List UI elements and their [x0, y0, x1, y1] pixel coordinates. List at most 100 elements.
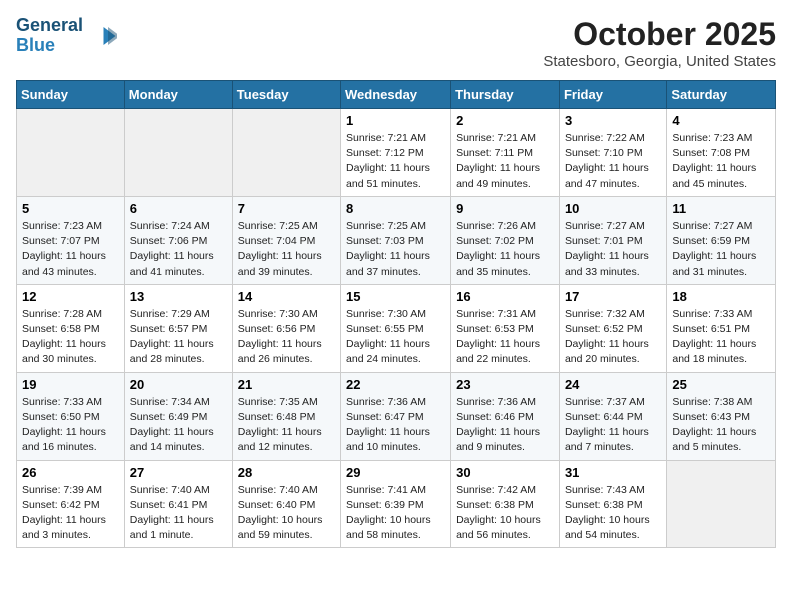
column-header-monday: Monday [124, 81, 232, 109]
calendar-cell [667, 460, 776, 548]
day-number: 28 [238, 465, 335, 480]
calendar-cell: 26 Sunrise: 7:39 AMSunset: 6:42 PMDayligh… [17, 460, 125, 548]
day-info: Sunrise: 7:40 AMSunset: 6:40 PMDaylight:… [238, 483, 335, 544]
calendar-cell: 20 Sunrise: 7:34 AMSunset: 6:49 PMDayligh… [124, 372, 232, 460]
day-info: Sunrise: 7:24 AMSunset: 7:06 PMDaylight:… [130, 219, 227, 280]
day-number: 3 [565, 113, 661, 128]
month-title: October 2025 [543, 16, 776, 53]
day-info: Sunrise: 7:37 AMSunset: 6:44 PMDaylight:… [565, 395, 661, 456]
calendar-cell: 16 Sunrise: 7:31 AMSunset: 6:53 PMDayligh… [451, 284, 560, 372]
logo: GeneralBlue [16, 16, 117, 56]
calendar-week-row: 12Sunrise: 7:28 AMSunset: 6:58 PMDayligh… [17, 284, 776, 372]
day-info: Sunrise: 7:39 AMSunset: 6:42 PMDaylight:… [22, 483, 119, 544]
day-info: Sunrise: 7:38 AMSunset: 6:43 PMDaylight:… [672, 395, 770, 456]
calendar-cell: 19Sunrise: 7:33 AMSunset: 6:50 PMDayligh… [17, 372, 125, 460]
calendar-body: 1 Sunrise: 7:21 AMSunset: 7:12 PMDaylight… [17, 109, 776, 548]
calendar-cell: 27Sunrise: 7:40 AMSunset: 6:41 PMDayligh… [124, 460, 232, 548]
day-info: Sunrise: 7:23 AMSunset: 7:07 PMDaylight:… [22, 219, 119, 280]
calendar-cell: 29 Sunrise: 7:41 AMSunset: 6:39 PMDayligh… [341, 460, 451, 548]
logo-text: GeneralBlue [16, 16, 83, 56]
calendar-week-row: 19Sunrise: 7:33 AMSunset: 6:50 PMDayligh… [17, 372, 776, 460]
calendar-cell: 3 Sunrise: 7:22 AMSunset: 7:10 PMDaylight… [559, 109, 666, 197]
day-number: 31 [565, 465, 661, 480]
calendar-cell: 2Sunrise: 7:21 AMSunset: 7:11 PMDaylight… [451, 109, 560, 197]
calendar-cell: 24 Sunrise: 7:37 AMSunset: 6:44 PMDayligh… [559, 372, 666, 460]
calendar-cell: 23Sunrise: 7:36 AMSunset: 6:46 PMDayligh… [451, 372, 560, 460]
day-info: Sunrise: 7:42 AMSunset: 6:38 PMDaylight:… [456, 483, 554, 544]
calendar-cell: 8Sunrise: 7:25 AMSunset: 7:03 PMDaylight… [341, 196, 451, 284]
calendar-cell: 10 Sunrise: 7:27 AMSunset: 7:01 PMDayligh… [559, 196, 666, 284]
calendar-cell [232, 109, 340, 197]
day-info: Sunrise: 7:27 AMSunset: 6:59 PMDaylight:… [672, 219, 770, 280]
day-number: 20 [130, 377, 227, 392]
column-header-saturday: Saturday [667, 81, 776, 109]
day-number: 10 [565, 201, 661, 216]
calendar-cell: 14Sunrise: 7:30 AMSunset: 6:56 PMDayligh… [232, 284, 340, 372]
day-info: Sunrise: 7:25 AMSunset: 7:04 PMDaylight:… [238, 219, 335, 280]
day-number: 26 [22, 465, 119, 480]
column-header-tuesday: Tuesday [232, 81, 340, 109]
calendar-cell: 31 Sunrise: 7:43 AMSunset: 6:38 PMDayligh… [559, 460, 666, 548]
day-number: 17 [565, 289, 661, 304]
day-number: 4 [672, 113, 770, 128]
day-number: 23 [456, 377, 554, 392]
calendar-cell: 4Sunrise: 7:23 AMSunset: 7:08 PMDaylight… [667, 109, 776, 197]
calendar-week-row: 26 Sunrise: 7:39 AMSunset: 6:42 PMDayligh… [17, 460, 776, 548]
day-number: 24 [565, 377, 661, 392]
day-info: Sunrise: 7:31 AMSunset: 6:53 PMDaylight:… [456, 307, 554, 368]
calendar-cell: 21Sunrise: 7:35 AMSunset: 6:48 PMDayligh… [232, 372, 340, 460]
day-number: 21 [238, 377, 335, 392]
day-number: 2 [456, 113, 554, 128]
day-info: Sunrise: 7:27 AMSunset: 7:01 PMDaylight:… [565, 219, 661, 280]
day-number: 18 [672, 289, 770, 304]
day-number: 1 [346, 113, 445, 128]
day-number: 30 [456, 465, 554, 480]
day-number: 9 [456, 201, 554, 216]
day-number: 15 [346, 289, 445, 304]
day-info: Sunrise: 7:21 AMSunset: 7:12 PMDaylight:… [346, 131, 445, 192]
day-info: Sunrise: 7:41 AMSunset: 6:39 PMDaylight:… [346, 483, 445, 544]
calendar-cell: 7 Sunrise: 7:25 AMSunset: 7:04 PMDaylight… [232, 196, 340, 284]
calendar-week-row: 5Sunrise: 7:23 AMSunset: 7:07 PMDaylight… [17, 196, 776, 284]
calendar-cell: 9 Sunrise: 7:26 AMSunset: 7:02 PMDaylight… [451, 196, 560, 284]
column-header-wednesday: Wednesday [341, 81, 451, 109]
day-info: Sunrise: 7:33 AMSunset: 6:50 PMDaylight:… [22, 395, 119, 456]
calendar-cell: 25Sunrise: 7:38 AMSunset: 6:43 PMDayligh… [667, 372, 776, 460]
day-number: 16 [456, 289, 554, 304]
calendar-cell: 17Sunrise: 7:32 AMSunset: 6:52 PMDayligh… [559, 284, 666, 372]
calendar-cell: 1 Sunrise: 7:21 AMSunset: 7:12 PMDaylight… [341, 109, 451, 197]
day-info: Sunrise: 7:29 AMSunset: 6:57 PMDaylight:… [130, 307, 227, 368]
page-header: GeneralBlue October 2025 Statesboro, Geo… [16, 16, 776, 70]
calendar-cell: 18 Sunrise: 7:33 AMSunset: 6:51 PMDayligh… [667, 284, 776, 372]
day-info: Sunrise: 7:26 AMSunset: 7:02 PMDaylight:… [456, 219, 554, 280]
calendar-cell: 15 Sunrise: 7:30 AMSunset: 6:55 PMDayligh… [341, 284, 451, 372]
day-number: 14 [238, 289, 335, 304]
logo-icon [87, 21, 117, 51]
calendar-cell: 22Sunrise: 7:36 AMSunset: 6:47 PMDayligh… [341, 372, 451, 460]
day-info: Sunrise: 7:33 AMSunset: 6:51 PMDaylight:… [672, 307, 770, 368]
day-info: Sunrise: 7:28 AMSunset: 6:58 PMDaylight:… [22, 307, 119, 368]
calendar-cell: 13 Sunrise: 7:29 AMSunset: 6:57 PMDayligh… [124, 284, 232, 372]
day-number: 11 [672, 201, 770, 216]
location: Statesboro, Georgia, United States [543, 53, 776, 70]
day-number: 22 [346, 377, 445, 392]
day-number: 8 [346, 201, 445, 216]
day-number: 29 [346, 465, 445, 480]
calendar-cell: 12Sunrise: 7:28 AMSunset: 6:58 PMDayligh… [17, 284, 125, 372]
calendar-cell: 30 Sunrise: 7:42 AMSunset: 6:38 PMDayligh… [451, 460, 560, 548]
day-number: 13 [130, 289, 227, 304]
day-info: Sunrise: 7:22 AMSunset: 7:10 PMDaylight:… [565, 131, 661, 192]
day-number: 6 [130, 201, 227, 216]
day-number: 7 [238, 201, 335, 216]
calendar-table: SundayMondayTuesdayWednesdayThursdayFrid… [16, 80, 776, 548]
day-info: Sunrise: 7:40 AMSunset: 6:41 PMDaylight:… [130, 483, 227, 544]
day-info: Sunrise: 7:30 AMSunset: 6:55 PMDaylight:… [346, 307, 445, 368]
calendar-cell: 11 Sunrise: 7:27 AMSunset: 6:59 PMDayligh… [667, 196, 776, 284]
calendar-cell: 5Sunrise: 7:23 AMSunset: 7:07 PMDaylight… [17, 196, 125, 284]
day-info: Sunrise: 7:43 AMSunset: 6:38 PMDaylight:… [565, 483, 661, 544]
calendar-cell: 6 Sunrise: 7:24 AMSunset: 7:06 PMDaylight… [124, 196, 232, 284]
calendar-cell: 28 Sunrise: 7:40 AMSunset: 6:40 PMDayligh… [232, 460, 340, 548]
day-info: Sunrise: 7:34 AMSunset: 6:49 PMDaylight:… [130, 395, 227, 456]
calendar-week-row: 1 Sunrise: 7:21 AMSunset: 7:12 PMDaylight… [17, 109, 776, 197]
calendar-header-row: SundayMondayTuesdayWednesdayThursdayFrid… [17, 81, 776, 109]
